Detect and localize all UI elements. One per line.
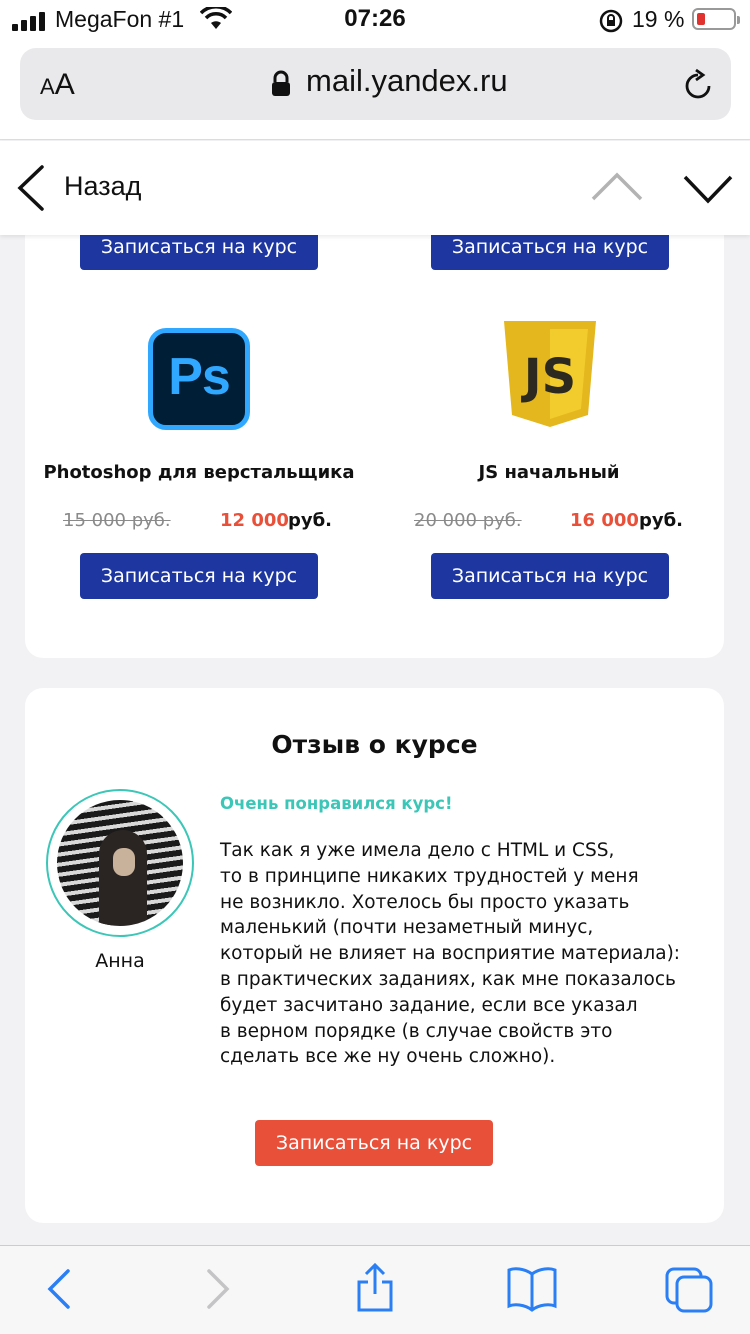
currency: руб. bbox=[288, 510, 333, 531]
review-lead: Очень понравился курс! bbox=[220, 794, 453, 813]
svg-text:JS: JS bbox=[521, 349, 576, 405]
back-button[interactable]: Назад bbox=[64, 171, 141, 202]
url-text[interactable]: mail.yandex.ru bbox=[306, 63, 508, 99]
rotation-lock-icon bbox=[599, 9, 623, 33]
bookmarks-icon[interactable] bbox=[506, 1266, 558, 1312]
new-price: 16 000 bbox=[570, 510, 639, 531]
enroll-button-prev-left[interactable]: Записаться на курс bbox=[80, 235, 318, 270]
review-card: Отзыв о курсе Анна Очень понравился курс… bbox=[25, 688, 724, 1223]
javascript-logo-icon: JS bbox=[504, 321, 596, 427]
courses-card: Записаться на курс Записаться на курс Ps… bbox=[25, 235, 724, 658]
status-bar: MegaFon #1 07:26 19 % bbox=[0, 0, 750, 42]
safari-forward-icon[interactable] bbox=[203, 1266, 233, 1312]
battery-percent: 19 % bbox=[632, 6, 685, 32]
padlock-icon bbox=[272, 70, 290, 96]
course-title: JS начальный bbox=[478, 462, 620, 483]
avatar-photo bbox=[57, 800, 183, 926]
photoshop-logo-icon: Ps bbox=[148, 328, 250, 430]
new-price: 12 000 bbox=[220, 510, 289, 531]
mail-header: Назад bbox=[0, 141, 750, 235]
text-size-button[interactable]: AA bbox=[40, 68, 75, 102]
enroll-button[interactable]: Записаться на курс bbox=[431, 553, 669, 599]
reload-icon[interactable] bbox=[682, 68, 714, 102]
battery-icon bbox=[692, 8, 740, 30]
old-price: 15 000 руб. bbox=[63, 510, 171, 531]
enroll-button-prev-right[interactable]: Записаться на курс bbox=[431, 235, 669, 270]
enroll-cta-button[interactable]: Записаться на курс bbox=[255, 1120, 493, 1166]
safari-toolbar bbox=[0, 1245, 750, 1334]
review-heading: Отзыв о курсе bbox=[271, 730, 478, 759]
share-icon[interactable] bbox=[354, 1262, 396, 1314]
tabs-icon[interactable] bbox=[664, 1266, 716, 1314]
email-body: Записаться на курс Записаться на курс Ps… bbox=[0, 235, 750, 1245]
back-chevron-icon[interactable] bbox=[14, 163, 48, 213]
currency: руб. bbox=[639, 510, 684, 531]
browser-address-area: AA mail.yandex.ru bbox=[0, 42, 750, 140]
chevron-down-icon[interactable] bbox=[682, 173, 734, 205]
review-text: Так как я уже имела дело с HTML и CSS, т… bbox=[220, 840, 681, 1068]
address-bar[interactable]: AA mail.yandex.ru bbox=[20, 48, 731, 120]
course-title: Photoshop для верстальщика bbox=[43, 462, 355, 483]
avatar bbox=[46, 789, 194, 937]
safari-back-icon[interactable] bbox=[44, 1266, 74, 1312]
enroll-button[interactable]: Записаться на курс bbox=[80, 553, 318, 599]
chevron-up-icon[interactable] bbox=[590, 169, 644, 203]
old-price: 20 000 руб. bbox=[414, 510, 522, 531]
reviewer-name: Анна bbox=[95, 950, 145, 972]
